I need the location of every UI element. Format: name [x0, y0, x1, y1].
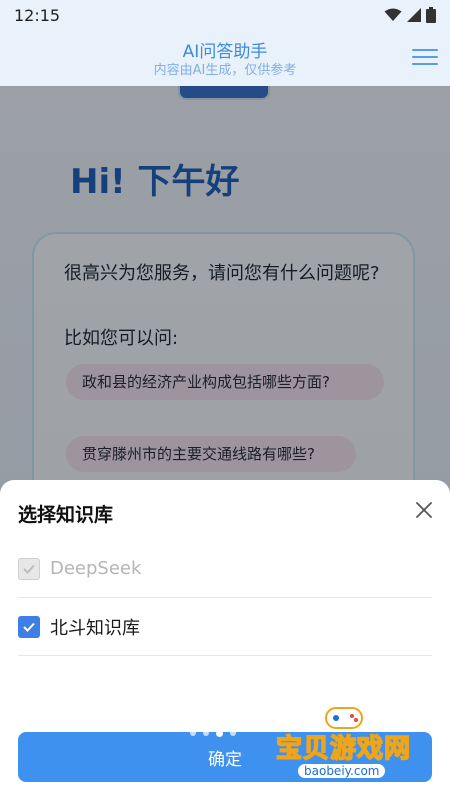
battery-icon	[426, 7, 436, 23]
menu-icon-line	[412, 49, 438, 51]
menu-icon-line	[412, 56, 438, 58]
watermark-text: 宝贝游戏网	[275, 733, 412, 765]
check-icon	[23, 564, 35, 574]
close-icon[interactable]	[414, 500, 434, 520]
status-bar: 12:15	[0, 0, 450, 30]
watermark-url: baobeiy.com	[298, 764, 386, 778]
status-time: 12:15	[14, 5, 61, 25]
watermark-logo: 宝贝游戏网 baobeiy.com	[270, 702, 420, 790]
option-label: 北斗知识库	[50, 617, 140, 639]
menu-button[interactable]	[412, 44, 438, 70]
page-dot-active	[216, 730, 223, 737]
page-dot	[203, 730, 209, 736]
option-deepseek: DeepSeek	[18, 540, 432, 598]
menu-icon-line	[412, 63, 438, 65]
page-indicator	[190, 730, 236, 737]
checkbox-deepseek	[18, 557, 40, 580]
option-beidou[interactable]: 北斗知识库	[18, 598, 432, 656]
signal-icon	[407, 8, 421, 22]
status-icons	[384, 7, 436, 23]
app-header: AI问答助手 内容由AI生成，仅供参考	[0, 30, 450, 86]
option-label: DeepSeek	[50, 558, 142, 579]
wifi-icon	[384, 8, 402, 21]
check-icon	[23, 622, 35, 632]
sheet-title: 选择知识库	[18, 504, 114, 526]
checkbox-beidou[interactable]	[18, 615, 40, 638]
app-subtitle: 内容由AI生成，仅供参考	[153, 63, 297, 78]
page-dot	[230, 730, 236, 736]
page-dot	[190, 730, 196, 736]
